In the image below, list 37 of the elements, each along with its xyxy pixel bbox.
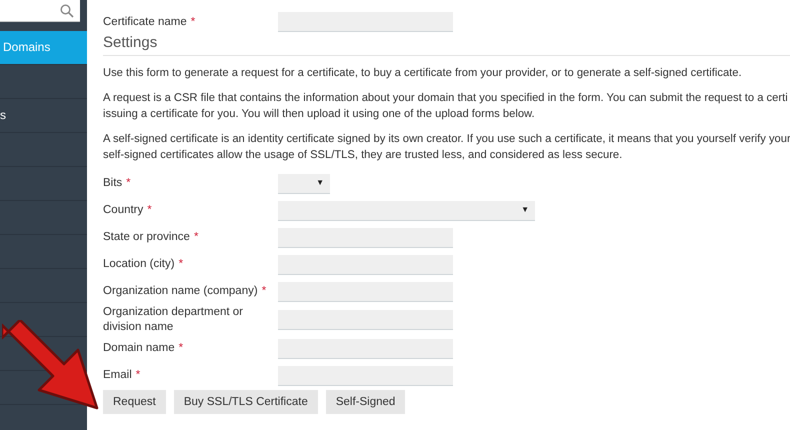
required-mark: * <box>136 369 140 381</box>
field-label: Country <box>103 204 144 216</box>
search-icon <box>60 4 74 18</box>
search-field[interactable] <box>0 0 80 22</box>
dropdown[interactable]: ▼ <box>278 174 330 194</box>
description-text: issuing a certificate for you. You will then upload it using one of the upload forms below. <box>103 107 536 122</box>
field-label: Bits <box>103 177 122 189</box>
required-mark: * <box>262 285 266 297</box>
action-button[interactable]: Self-Signed <box>326 390 406 414</box>
input-field[interactable] <box>278 338 453 358</box>
field-label: Certificate name <box>103 16 187 28</box>
required-mark: * <box>178 258 184 270</box>
field-label: Organization name (company) <box>103 285 258 297</box>
required-mark: * <box>126 177 131 189</box>
sidebar-item[interactable]: s <box>0 99 87 133</box>
required-mark: * <box>194 231 198 243</box>
action-button[interactable]: Request <box>103 390 166 414</box>
input-field[interactable] <box>278 366 453 386</box>
input-field[interactable] <box>278 310 453 330</box>
action-button[interactable]: Buy SSL/TLS Certificate <box>174 390 318 414</box>
field-label: Email <box>103 369 132 381</box>
input-field[interactable] <box>278 254 453 274</box>
description-text: Use this form to generate a request for a certificate, to buy a certificate from your provider, or to generate a self-signed certificate. <box>103 66 743 81</box>
required-mark: * <box>147 204 152 216</box>
field-label: Domain name <box>103 342 175 354</box>
required-mark: * <box>178 342 184 354</box>
input-field[interactable] <box>278 228 453 248</box>
required-mark: * <box>190 16 196 28</box>
dropdown[interactable]: ▼ <box>278 200 535 220</box>
description-text: A request is a CSR file that contains the information about your domain that you specified in the form. You can submit the request to a certi <box>103 91 789 106</box>
section-title: Settings <box>103 34 790 56</box>
input-field[interactable] <box>278 12 453 32</box>
field-label: State or province <box>103 231 190 243</box>
field-label: Location (city) <box>103 258 175 270</box>
field-label: Organization department or division name <box>103 306 243 333</box>
input-field[interactable] <box>278 282 453 302</box>
description-text: self-signed certificates allow the usage of SSL/TLS, they are trusted less, and considered as less secure. <box>103 148 624 163</box>
